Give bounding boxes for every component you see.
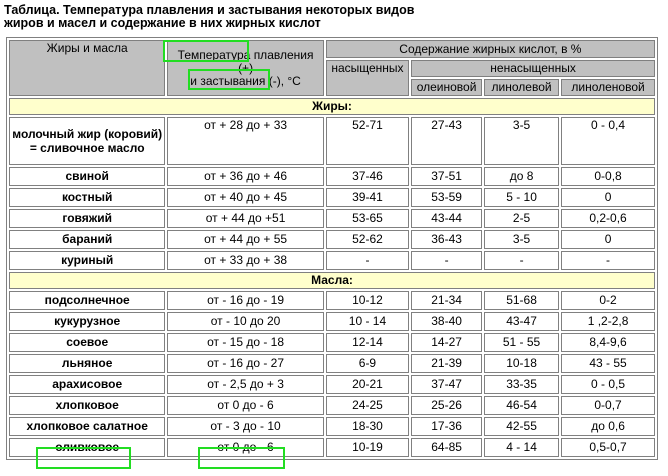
caption-line-2: жиров и масел и содержание в них жирных … xyxy=(4,16,321,30)
table-row: подсолнечное от - 16 до - 19 10-12 21-34 51-… xyxy=(9,291,655,310)
table-row: льняное от - 16 до - 27 6-9 21-39 10-18 43 - … xyxy=(9,354,655,373)
olive-oil-name: оливковое xyxy=(9,438,166,457)
table-row: соевое от - 15 до - 18 12-14 14-27 51 - 55 8,… xyxy=(9,333,655,352)
fats-oils-table: Жиры и масла Температура плавления (+) и… xyxy=(6,37,658,460)
table-row: костный от + 40 до + 45 39-41 53-59 5 - 10 0 xyxy=(9,188,655,207)
table-row: свиной от + 36 до + 46 37-46 37-51 до 8 0-0,8 xyxy=(9,167,655,186)
header-solidification-word: застывания xyxy=(200,73,266,88)
table-row: говяжий от + 44 до +51 53-65 43-44 2-5 0,2-0,… xyxy=(9,209,655,228)
header-temp-word: Температура xyxy=(177,47,251,62)
header-oleic: олеиновой xyxy=(411,79,483,96)
table-row: хлопковое салатное от - 3 до - 10 18-30 17-… xyxy=(9,417,655,436)
section-fats: Жиры: xyxy=(9,98,655,115)
section-oils: Масла: xyxy=(9,272,655,289)
table-row: молочный жир (коровий) = сливочное масло… xyxy=(9,117,655,165)
row-name: молочный жир (коровий) = сливочное масло xyxy=(9,117,166,165)
header-fats-oils: Жиры и масла xyxy=(9,40,166,96)
table-row: хлопковое от 0 до - 6 24-25 25-26 46-54 0-0,7 xyxy=(9,396,655,415)
table-row: бараний от + 44 до + 55 52-62 36-43 3-5 0 xyxy=(9,230,655,249)
table-row: оливковое от 0 до - 6 10-19 64-85 4 - 14 0,5-… xyxy=(9,438,655,457)
table-row: кукурузное от - 10 до 20 10 - 14 38-40 43-47… xyxy=(9,312,655,331)
header-linoleic: линолевой xyxy=(484,79,560,96)
header-unsaturated: ненасыщенных xyxy=(411,60,655,77)
header-saturated: насыщенных xyxy=(325,60,410,96)
header-linolenic: линоленовой xyxy=(561,79,655,96)
header-temperature: Температура плавления (+) и застывания (… xyxy=(167,40,324,96)
table-row: арахисовое от - 2,5 до + 3 20-21 37-47 33-35… xyxy=(9,375,655,394)
row-temp: от + 28 до + 33 xyxy=(167,117,324,165)
header-fatty-acids: Содержание жирных кислот, в % xyxy=(325,40,655,58)
table-caption: Таблица. Температура плавления и застыва… xyxy=(4,4,664,30)
table-row: куриный от + 33 до + 38- - - - xyxy=(9,251,655,270)
olive-oil-temp: от 0 до - 6 xyxy=(167,438,324,457)
